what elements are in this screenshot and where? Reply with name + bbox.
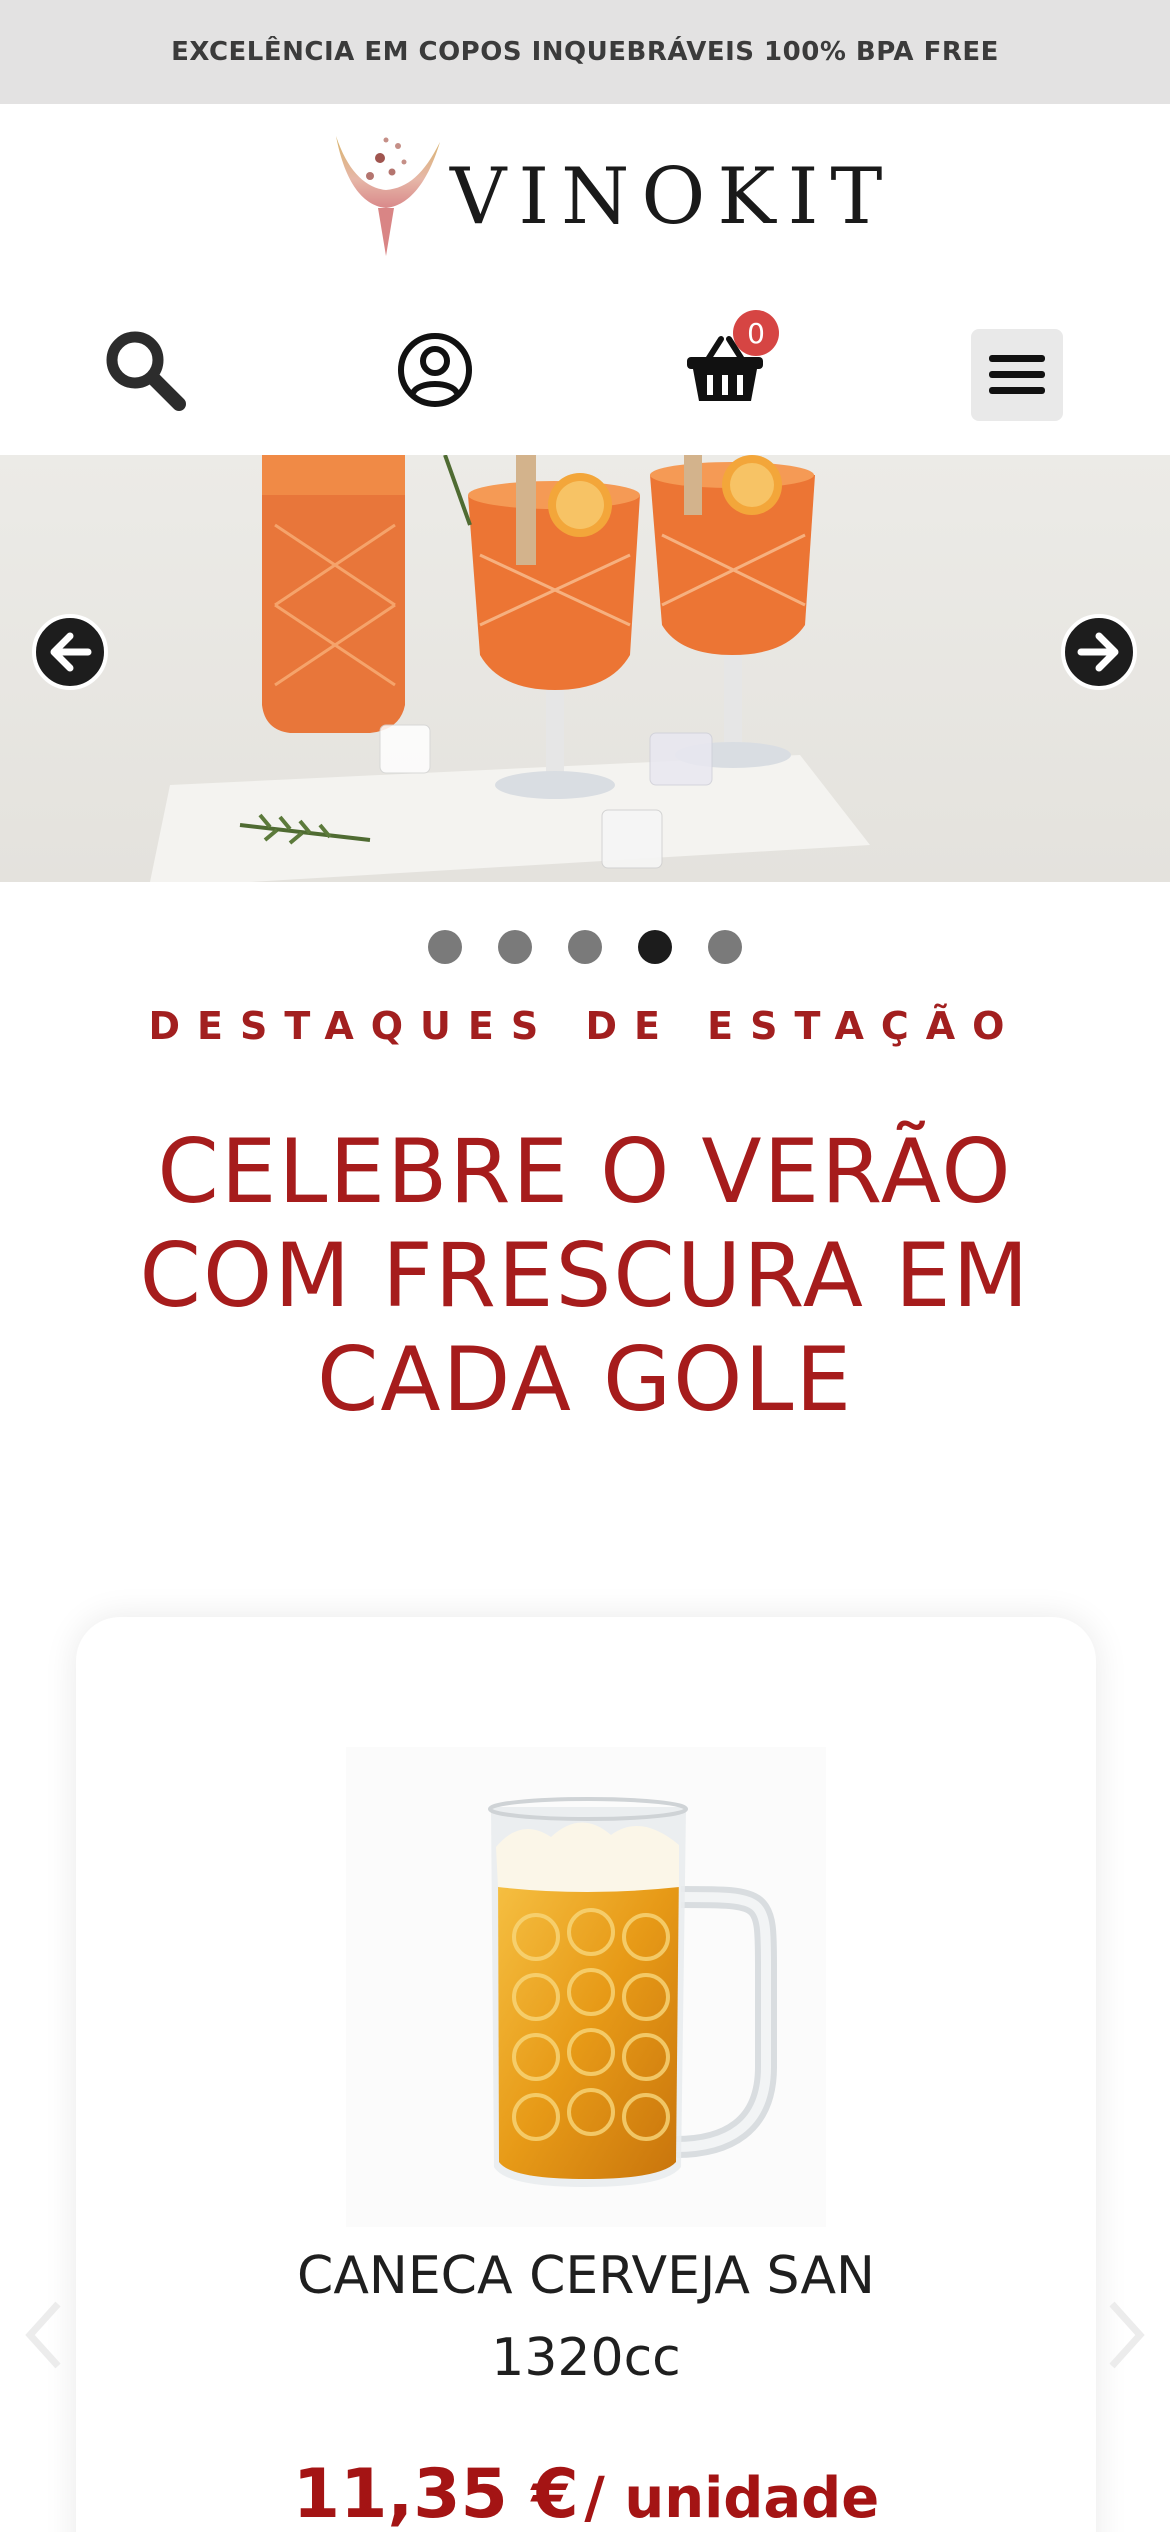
- hero-slider[interactable]: [0, 455, 1170, 882]
- products-next-button[interactable]: [1096, 2290, 1156, 2380]
- product-name-line-2: 1320cc: [491, 2328, 681, 2388]
- section-eyebrow: DESTAQUES DE ESTAÇÃO: [148, 1004, 1022, 1048]
- brand-name: VINOKIT: [450, 152, 895, 242]
- slider-dot-4[interactable]: [638, 930, 672, 964]
- product-name-line-1: CANECA CERVEJA SAN: [297, 2246, 875, 2306]
- headline-line-1: CELEBRE O VERÃO: [157, 1120, 1013, 1223]
- slider-dot-1[interactable]: [428, 930, 462, 964]
- price-unit: / unidade: [584, 2466, 880, 2531]
- slider-dot-2[interactable]: [498, 930, 532, 964]
- hamburger-icon: [989, 355, 1045, 394]
- beer-mug-image: [488, 1797, 777, 2187]
- headline-line-2: COM FRESCURA EM: [139, 1224, 1031, 1327]
- section-headline: CELEBRE O VERÃO COM FRESCURA EM CADA GOL…: [60, 1120, 1110, 1432]
- price-value: 11,35 €: [292, 2455, 579, 2532]
- headline-line-3: CADA GOLE: [316, 1328, 854, 1431]
- account-button[interactable]: [380, 310, 490, 430]
- user-circle-icon: [398, 333, 472, 407]
- product-card[interactable]: CANECA CERVEJA SAN 1320cc 11,35 € / unid…: [76, 1617, 1096, 2532]
- announcement-bar: EXCELÊNCIA EM COPOS INQUEBRÁVEIS 100% BP…: [0, 0, 1170, 104]
- search-icon: [106, 331, 186, 411]
- search-button[interactable]: [90, 310, 200, 430]
- hero-next-button[interactable]: [1061, 614, 1137, 690]
- chevron-right-icon: [1109, 2301, 1145, 2369]
- wine-glass-logo-icon: [336, 136, 440, 256]
- products-prev-button[interactable]: [14, 2290, 74, 2380]
- hero-prev-button[interactable]: [32, 614, 108, 690]
- menu-button[interactable]: [971, 329, 1063, 421]
- slider-dot-3[interactable]: [568, 930, 602, 964]
- hero-image-cocktails: [150, 455, 870, 882]
- product-image[interactable]: [346, 1747, 826, 2227]
- slider-dot-5[interactable]: [708, 930, 742, 964]
- product-price: 11,35 € / unidade: [76, 2455, 1096, 2532]
- announcement-text: EXCELÊNCIA EM COPOS INQUEBRÁVEIS 100% BP…: [171, 37, 999, 67]
- product-name[interactable]: CANECA CERVEJA SAN 1320cc: [76, 2235, 1096, 2399]
- slider-pagination: [428, 930, 748, 966]
- chevron-left-icon: [25, 2301, 61, 2369]
- arrow-left-icon: [50, 632, 92, 672]
- arrow-right-icon: [1077, 632, 1119, 672]
- brand-logo[interactable]: VINOKIT: [320, 128, 882, 264]
- cart-count-badge: 0: [733, 310, 779, 356]
